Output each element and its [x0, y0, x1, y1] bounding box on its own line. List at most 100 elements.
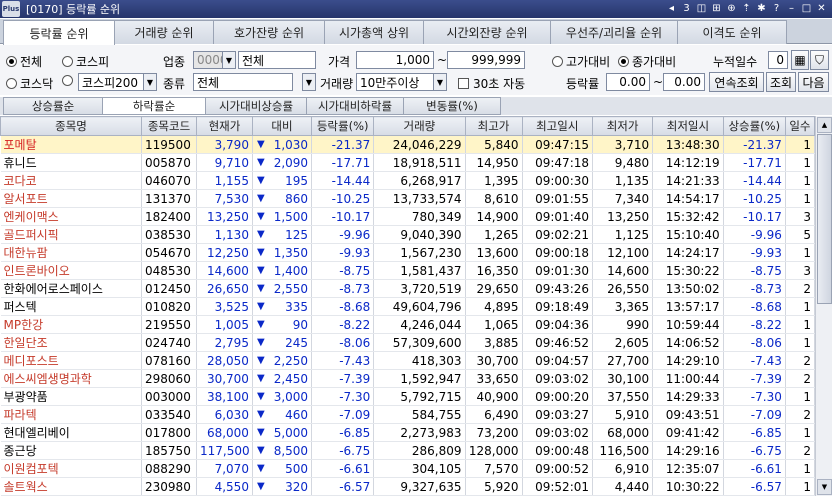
main-tab[interactable]: 호가잔량 순위 — [213, 20, 325, 44]
scroll-down-icon[interactable]: ▼ — [817, 479, 832, 495]
sub-tab[interactable]: 시가대비하락률 — [306, 97, 404, 115]
table-row[interactable]: 에스씨엠생명과학 298060 30,700 ▼ 2,450 -7.39 1,592,947… — [0, 369, 815, 388]
cell-high: 33,650 — [465, 369, 523, 388]
price-from-input[interactable]: 1,000 — [356, 51, 434, 69]
app-logo: Plus — [2, 1, 20, 17]
kind-dropdown-icon[interactable]: ▼ — [302, 73, 316, 91]
sector-code-input[interactable]: 0000 — [193, 51, 228, 69]
filter-icon[interactable]: ⛉ — [810, 50, 829, 70]
next-button[interactable]: 다음 — [798, 72, 829, 92]
radio-label: 전체 — [20, 55, 43, 69]
window-tool-icon[interactable]: 3 — [680, 1, 693, 16]
price-to-input[interactable]: 999,999 — [447, 51, 525, 69]
table-row[interactable]: 한일단조 024740 2,795 ▼ 245 -8.06 57,309,600 3,885 0… — [0, 333, 815, 352]
radio-market-kospi[interactable]: 코스피 — [62, 53, 109, 70]
table-row[interactable]: 파라텍 033540 6,030 ▼ 460 -7.09 584,755 6,490 09:03… — [0, 405, 815, 424]
table-row[interactable]: 종근당 185750 117,500 ▼ 8,500 -6.75 286,809 128,00… — [0, 441, 815, 460]
column-header[interactable]: 현재가 — [195, 116, 253, 136]
column-header[interactable]: 종목코드 — [141, 116, 197, 136]
table-row[interactable]: 퍼스텍 010820 3,525 ▼ 335 -8.68 49,604,796 4,895 09… — [0, 297, 815, 316]
cell-price: 12,250 — [196, 243, 253, 262]
cell-diff: 2,550 — [268, 279, 313, 298]
cell-price: 1,155 — [196, 171, 253, 190]
table-row[interactable]: 솔트웍스 230980 4,550 ▼ 320 -6.57 9,327,635 5,920 09… — [0, 477, 815, 496]
table-row[interactable]: 엔케이맥스 182400 13,250 ▼ 1,500 -10.17 780,349 14,9… — [0, 207, 815, 226]
table-row[interactable]: 대한뉴팜 054670 12,250 ▼ 1,350 -9.93 1,567,230 13,6… — [0, 243, 815, 262]
main-tab[interactable]: 시간외잔량 순위 — [423, 20, 551, 44]
column-header[interactable]: 대비 — [251, 116, 313, 136]
window-tool-icon[interactable]: ? — [770, 1, 783, 16]
sub-tab[interactable]: 시가대비상승률 — [205, 97, 307, 115]
cell-days: 1 — [785, 189, 815, 208]
volume-dropdown-icon[interactable]: ▼ — [433, 73, 447, 91]
rate-from-input[interactable]: 0.00 — [606, 73, 650, 91]
auto-refresh-checkbox[interactable]: 30초 자동 — [458, 75, 525, 92]
down-arrow-icon: ▼ — [252, 207, 268, 226]
vertical-scrollbar[interactable]: ▲ ▼ — [815, 116, 832, 496]
cum-days-input[interactable]: 0 — [768, 51, 788, 69]
column-header[interactable]: 일수 — [784, 116, 815, 136]
window-tool-icon[interactable]: ◫ — [695, 1, 708, 16]
main-tab[interactable]: 등락률 순위 — [3, 20, 115, 45]
scroll-thumb[interactable] — [817, 134, 832, 304]
table-row[interactable]: 부광약품 003000 38,100 ▼ 3,000 -7.30 5,792,715 40,9… — [0, 387, 815, 406]
sub-tab[interactable]: 상승률순 — [3, 97, 103, 115]
calendar-icon[interactable]: ▦ — [791, 50, 809, 70]
radio-market-all[interactable]: 전체 — [6, 53, 42, 70]
window-tool-icon[interactable]: ◂ — [665, 1, 678, 16]
window-tool-icon[interactable]: □ — [800, 1, 813, 16]
table-row[interactable]: 인트론바이오 048530 14,600 ▼ 1,400 -8.75 1,581,437 16… — [0, 261, 815, 280]
scroll-up-icon[interactable]: ▲ — [817, 117, 832, 133]
main-tab[interactable]: 이격도 순위 — [677, 20, 787, 44]
index-select[interactable]: 코스피200 — [78, 73, 144, 91]
rate-to-input[interactable]: 0.00 — [663, 73, 705, 91]
checkbox-icon — [458, 78, 469, 89]
radio-market-kosdaq[interactable]: 코스닥 — [6, 75, 53, 92]
index-dropdown-icon[interactable]: ▼ — [143, 73, 157, 91]
sector-dropdown-icon[interactable]: ▼ — [222, 51, 236, 69]
query-button[interactable]: 조회 — [766, 72, 796, 92]
cell-up-rate: -17.71 — [723, 153, 786, 172]
cell-low-t: 14:29:16 — [652, 441, 724, 460]
cell-price: 13,250 — [196, 207, 253, 226]
window-tool-icon[interactable]: – — [785, 1, 798, 16]
column-header[interactable]: 상승률(%) — [722, 116, 786, 136]
table-row[interactable]: MP한강 219550 1,005 ▼ 90 -8.22 4,246,044 1,065 09:… — [0, 315, 815, 334]
column-header[interactable]: 최저일시 — [652, 116, 724, 136]
table-row[interactable]: 골드퍼시픽 038530 1,130 ▼ 125 -9.96 9,040,390 1,265 0… — [0, 225, 815, 244]
table-row[interactable]: 이원컴포텍 088290 7,070 ▼ 500 -6.61 304,105 7,570 09:… — [0, 459, 815, 478]
table-row[interactable]: 휴니드 005870 9,710 ▼ 2,090 -17.71 18,918,511 14,9… — [0, 153, 815, 172]
main-tab[interactable]: 우선주/괴리율 순위 — [550, 20, 678, 44]
window-tool-icon[interactable]: ⊕ — [725, 1, 738, 16]
window-tool-icon[interactable]: ✱ — [755, 1, 768, 16]
table-row[interactable]: 현대엘리베이 017800 68,000 ▼ 5,000 -6.85 2,273,983 73… — [0, 423, 815, 442]
window-tool-icon[interactable]: ⇡ — [740, 1, 753, 16]
cell-price: 117,500 — [196, 441, 253, 460]
table-row[interactable]: 포메탈 119500 3,790 ▼ 1,030 -21.37 24,046,229 5,84… — [0, 135, 815, 154]
window-tool-icon[interactable]: ⊞ — [710, 1, 723, 16]
column-header[interactable]: 최저가 — [592, 116, 654, 136]
continuous-query-button[interactable]: 연속조회 — [709, 72, 764, 92]
table-row[interactable]: 코다코 046070 1,155 ▼ 195 -14.44 6,268,917 1,395 09… — [0, 171, 815, 190]
column-header[interactable]: 거래량 — [373, 116, 466, 136]
ranking-grid: 종목명 종목코드 현재가 대비 등락률(%) 거래량 최고가 최고일시 최저가 최저일시 상승률(%… — [0, 116, 815, 496]
main-tab[interactable]: 거래량 순위 — [114, 20, 214, 44]
radio-vs-high[interactable]: 고가대비 — [552, 53, 610, 70]
column-header[interactable]: 등락률(%) — [311, 116, 375, 136]
kind-select[interactable]: 전체 — [193, 73, 293, 91]
radio-index[interactable] — [62, 75, 76, 86]
table-row[interactable]: 알서포트 131370 7,530 ▼ 860 -10.25 13,733,574 8,610… — [0, 189, 815, 208]
sub-tab[interactable]: 변동률(%) — [403, 97, 501, 115]
table-row[interactable]: 메디포스트 078160 28,050 ▼ 2,250 -7.43 418,303 30,70… — [0, 351, 815, 370]
window-tool-icon[interactable]: ✕ — [815, 1, 828, 16]
column-header[interactable]: 종목명 — [0, 116, 143, 136]
column-header[interactable]: 최고가 — [464, 116, 523, 136]
column-header[interactable]: 최고일시 — [521, 116, 594, 136]
table-row[interactable]: 한화에어로스페이스 012450 26,650 ▼ 2,550 -8.73 3,720,51… — [0, 279, 815, 298]
radio-vs-close[interactable]: 종가대비 — [618, 53, 676, 70]
cell-price: 3,790 — [196, 135, 253, 154]
sector-name-field[interactable]: 전체 — [238, 51, 316, 69]
main-tab[interactable]: 시가총액 상위 — [324, 20, 424, 44]
volume-select[interactable]: 10만주이상 — [356, 73, 434, 91]
sub-tab[interactable]: 하락률순 — [102, 97, 206, 115]
